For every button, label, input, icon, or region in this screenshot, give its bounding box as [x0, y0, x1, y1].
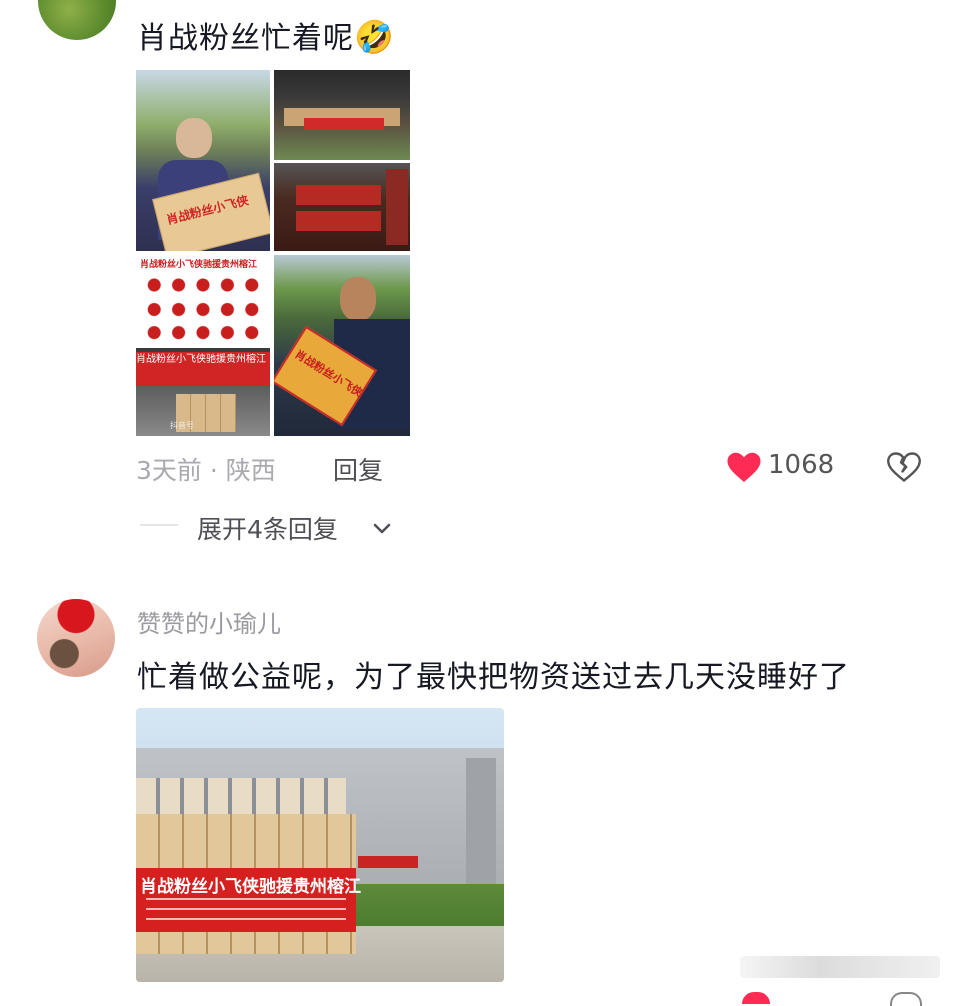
commenter-avatar[interactable]	[38, 0, 116, 40]
commenter-avatar[interactable]	[37, 599, 115, 677]
expand-divider	[140, 524, 178, 526]
photo-tile: 肖战粉丝小飞侠驰援贵州榕江 抖音号	[136, 348, 270, 436]
photo-tile	[274, 70, 410, 160]
dislike-icon[interactable]	[890, 992, 922, 1006]
poster-title: 肖战粉丝小飞侠驰援贵州榕江	[140, 260, 258, 270]
watermark-bar	[740, 956, 940, 978]
chevron-down-icon	[373, 523, 391, 534]
expand-replies-label: 展开4条回复	[197, 515, 338, 544]
heart-icon[interactable]	[742, 992, 770, 1004]
photo-tile	[274, 163, 410, 251]
dislike-icon[interactable]	[886, 450, 922, 484]
comment-time-location: 3天前 · 陕西	[136, 456, 276, 485]
photo-tile: 肖战粉丝小飞侠	[136, 70, 270, 251]
logo-poster-tile: 肖战粉丝小飞侠驰援贵州榕江	[136, 255, 270, 345]
comment-text: 忙着做公益呢，为了最快把物资送过去几天没睡好了	[137, 660, 850, 695]
expand-replies-button[interactable]: 展开4条回复	[197, 510, 391, 544]
banner-text: 肖战粉丝小飞侠驰援贵州榕江	[136, 352, 270, 386]
box-label: 肖战粉丝小飞侠	[164, 193, 250, 228]
photo-tile: 肖战粉丝小飞侠	[274, 255, 410, 436]
like-button[interactable]: 1068	[726, 448, 836, 484]
heart-icon	[727, 452, 761, 482]
comment-image[interactable]: 肖战粉丝小飞侠驰援贵州榕江	[136, 708, 504, 982]
banner-text: 肖战粉丝小飞侠驰援贵州榕江	[140, 877, 361, 897]
comment-image-collage[interactable]: 肖战粉丝小飞侠 肖战粉丝小飞侠驰援贵州榕江 肖战粉丝小飞侠 肖战粉丝小飞侠驰援贵…	[136, 70, 410, 436]
comment-text: 肖战粉丝忙着呢🤣	[137, 18, 395, 56]
laughing-emoji-icon: 🤣	[354, 18, 395, 56]
username[interactable]: 赞赞的小瑜儿	[137, 604, 281, 639]
watermark: 抖音号	[170, 421, 194, 430]
like-count: 1068	[768, 450, 835, 480]
banner: 肖战粉丝小飞侠驰援贵州榕江	[136, 868, 361, 932]
reply-button[interactable]: 回复	[333, 451, 383, 487]
